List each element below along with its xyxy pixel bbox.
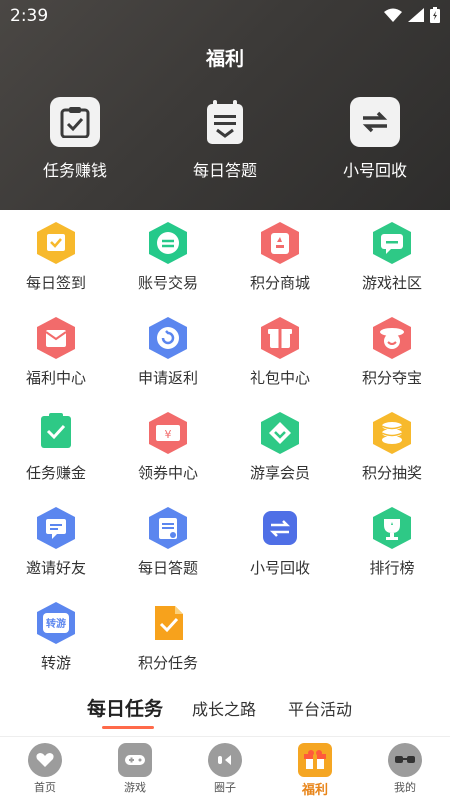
status-icons — [384, 7, 440, 23]
grid-item-label: 小号回收 — [249, 559, 310, 577]
nav-circle[interactable]: 圈子 — [180, 743, 270, 795]
active-tab-underline — [102, 726, 154, 729]
transfer-game-icon-text: 转游 — [46, 619, 66, 630]
grid-item-label: 邀请好友 — [25, 559, 86, 577]
task-tabs: 每日任务 成长之路 平台活动 — [0, 696, 450, 732]
top-action-account-recycle[interactable]: 小号回收 — [315, 97, 435, 181]
chat-bubble-icon — [369, 220, 415, 266]
grid-item-label: 申请返利 — [137, 369, 198, 387]
welfare-header: 2:39 福利 任务赚钱 每日答题 小号回收 — [0, 0, 450, 210]
grid-item-welfare-center[interactable]: 福利中心 — [0, 315, 112, 388]
grid-item-label: 礼包中心 — [249, 369, 310, 387]
recycle-arrows-icon — [257, 505, 303, 551]
welfare-gift-icon — [298, 743, 332, 777]
grid-item-label: 任务赚金 — [25, 464, 86, 482]
grid-item-label: 积分任务 — [137, 654, 198, 672]
circle-community-icon — [208, 743, 242, 777]
page-title: 福利 — [205, 48, 244, 70]
signal-icon — [408, 8, 424, 22]
treasure-face-icon — [369, 315, 415, 361]
grid-item-daily-checkin[interactable]: 每日签到 — [0, 220, 112, 293]
quiz-clipboard-icon — [145, 505, 191, 551]
grid-item-coupon-center[interactable]: ¥ 领券中心 — [112, 410, 224, 483]
points-shop-icon — [257, 220, 303, 266]
nav-games[interactable]: 游戏 — [90, 743, 180, 795]
grid-item-label: 游戏社区 — [361, 274, 422, 292]
grid-item-label: 每日签到 — [25, 274, 86, 292]
welfare-screen: 2:39 福利 任务赚钱 每日答题 小号回收 每日签到 账号交易 积分商城 游戏… — [0, 0, 450, 800]
nav-label: 福利 — [301, 783, 328, 798]
home-heart-icon — [28, 743, 62, 777]
grid-item-label: 领券中心 — [137, 464, 198, 482]
grid-item-label: 积分商城 — [249, 274, 310, 292]
transfer-game-icon: 转游 — [33, 600, 79, 646]
task-check-icon — [33, 410, 79, 456]
grid-item-points-shop[interactable]: 积分商城 — [224, 220, 336, 293]
top-action-label: 小号回收 — [342, 161, 407, 180]
exchange-arrows-icon — [350, 97, 400, 147]
grid-item-invite-friends[interactable]: 邀请好友 — [0, 505, 112, 578]
grid-item-transfer-game[interactable]: 转游 转游 — [0, 600, 112, 673]
trade-arrows-icon — [145, 220, 191, 266]
quiz-clipboard-icon — [200, 97, 250, 147]
wifi-icon — [384, 8, 402, 22]
coupon-yen-icon: ¥ — [145, 410, 191, 456]
grid-item-label: 积分抽奖 — [361, 464, 422, 482]
nav-home[interactable]: 首页 — [0, 743, 90, 795]
top-action-task-earn[interactable]: 任务赚钱 — [15, 97, 135, 181]
grid-item-label: 转游 — [40, 654, 71, 672]
top-action-daily-quiz[interactable]: 每日答题 — [165, 97, 285, 181]
checkin-calendar-icon — [33, 220, 79, 266]
grid-item-account-trade[interactable]: 账号交易 — [112, 220, 224, 293]
points-task-icon — [145, 600, 191, 646]
ranking-trophy-icon — [369, 505, 415, 551]
gamepad-icon — [118, 743, 152, 777]
grid-item-task-gold[interactable]: 任务赚金 — [0, 410, 112, 483]
status-time: 2:39 — [10, 6, 49, 26]
top-action-label: 每日答题 — [192, 161, 257, 180]
nav-label: 游戏 — [124, 781, 146, 794]
status-bar: 2:39 — [0, 0, 450, 32]
grid-item-label: 排行榜 — [369, 559, 415, 577]
grid-item-game-community[interactable]: 游戏社区 — [336, 220, 448, 293]
grid-item-points-treasure[interactable]: 积分夺宝 — [336, 315, 448, 388]
tab-growth-path[interactable]: 成长之路 — [192, 696, 256, 720]
invite-message-icon — [33, 505, 79, 551]
grid-item-label: 账号交易 — [137, 274, 198, 292]
svg-text:¥: ¥ — [165, 428, 172, 441]
grid-item-apply-rebate[interactable]: 申请返利 — [112, 315, 224, 388]
top-action-label: 任务赚钱 — [42, 161, 107, 180]
grid-item-label: 福利中心 — [25, 369, 86, 387]
tab-daily-tasks[interactable]: 每日任务 — [87, 694, 163, 721]
nav-label: 我的 — [394, 781, 416, 794]
rebate-refresh-icon — [145, 315, 191, 361]
nav-label: 首页 — [34, 781, 56, 794]
grid-item-label: 每日答题 — [137, 559, 198, 577]
battery-icon — [430, 7, 440, 23]
grid-item-label: 积分夺宝 — [361, 369, 422, 387]
grid-item-leaderboard[interactable]: 排行榜 — [336, 505, 448, 578]
top-actions: 任务赚钱 每日答题 小号回收 — [0, 97, 450, 187]
profile-glasses-icon — [388, 743, 422, 777]
task-clipboard-icon — [50, 97, 100, 147]
grid-item-gift-center[interactable]: 礼包中心 — [224, 315, 336, 388]
nav-welfare[interactable]: 福利 — [270, 743, 360, 798]
bottom-nav: 首页 游戏 圈子 福利 我的 — [0, 736, 450, 800]
grid-item-daily-quiz[interactable]: 每日答题 — [112, 505, 224, 578]
tab-platform-events[interactable]: 平台活动 — [288, 696, 352, 720]
grid-item-points-task[interactable]: 积分任务 — [112, 600, 224, 673]
grid-item-label: 游享会员 — [249, 464, 310, 482]
nav-label: 圈子 — [214, 781, 236, 794]
vip-heart-icon — [257, 410, 303, 456]
grid-item-account-recycle[interactable]: 小号回收 — [224, 505, 336, 578]
grid-item-vip-member[interactable]: 游享会员 — [224, 410, 336, 483]
grid-item-points-lottery[interactable]: 积分抽奖 — [336, 410, 448, 483]
nav-profile[interactable]: 我的 — [360, 743, 450, 795]
gift-box-icon — [257, 315, 303, 361]
lottery-coins-icon — [369, 410, 415, 456]
welfare-envelope-icon — [33, 315, 79, 361]
